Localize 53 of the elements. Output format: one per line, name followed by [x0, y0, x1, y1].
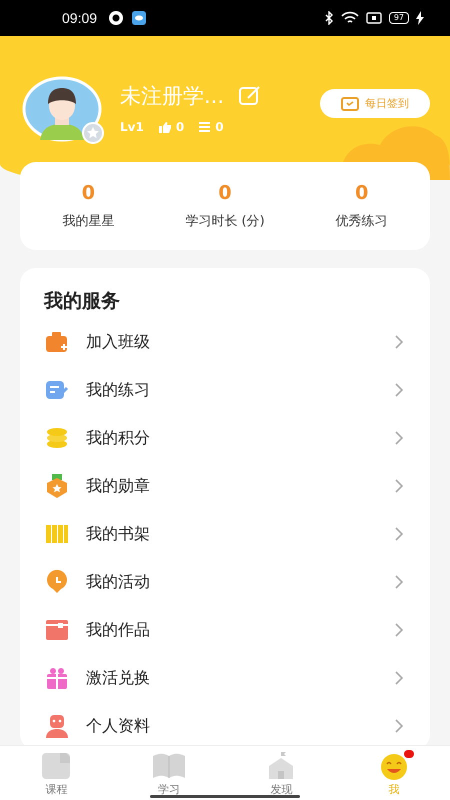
- service-item[interactable]: 激活兑换: [44, 654, 406, 702]
- chevron-right-icon: [395, 431, 404, 445]
- chevron-right-icon: [395, 335, 404, 349]
- chevron-right-icon: [395, 479, 404, 493]
- app-icon: [131, 10, 148, 26]
- user-name: 未注册学...: [120, 83, 224, 110]
- post-count: 0: [215, 120, 224, 134]
- chevron-right-icon: [395, 527, 404, 541]
- stat-label: 优秀练习: [336, 213, 388, 230]
- stat-value: 0: [218, 182, 232, 204]
- service-item[interactable]: 我的作品: [44, 606, 406, 654]
- coin-stack-icon: [44, 425, 70, 451]
- clock: 09:09: [62, 10, 98, 26]
- user-level: Lv1: [120, 120, 144, 134]
- service-item[interactable]: 我的勋章: [44, 462, 406, 510]
- tab[interactable]: 学习: [112, 746, 225, 800]
- service-item[interactable]: 个人资料: [44, 702, 406, 745]
- chevron-right-icon: [395, 383, 404, 397]
- screen-icon: [366, 11, 382, 25]
- stat-value: 0: [82, 182, 95, 204]
- chevron-right-icon: [395, 575, 404, 589]
- service-item[interactable]: 加入班级: [44, 318, 406, 366]
- stat-label: 学习时长 (分): [185, 213, 265, 230]
- clock-pin-icon: [44, 569, 70, 595]
- stat-label: 我的星星: [62, 213, 114, 230]
- edit-icon[interactable]: [238, 85, 262, 107]
- chevron-right-icon: [395, 623, 404, 637]
- service-item[interactable]: 我的书架: [44, 510, 406, 558]
- person-icon: [44, 713, 70, 739]
- service-item[interactable]: 我的积分: [44, 414, 406, 462]
- charging-icon: [416, 11, 424, 25]
- gift-icon: [44, 665, 70, 691]
- tab[interactable]: 课程: [0, 746, 112, 800]
- star-badge-icon: [82, 122, 104, 144]
- list-icon: [199, 122, 210, 132]
- wifi-icon: [340, 11, 359, 25]
- medal-icon: [44, 473, 70, 499]
- service-item[interactable]: 我的练习: [44, 366, 406, 414]
- briefcase-plus-icon: [44, 329, 70, 355]
- book-icon: [150, 752, 187, 780]
- tab[interactable]: 发现: [225, 746, 338, 800]
- eye-icon: [108, 10, 124, 26]
- section-title: 我的服务: [44, 289, 121, 314]
- chevron-right-icon: [395, 719, 404, 733]
- bluetooth-icon: [324, 11, 334, 25]
- service-item[interactable]: 我的活动: [44, 558, 406, 606]
- chevron-right-icon: [395, 671, 404, 685]
- folder-icon: [44, 617, 70, 643]
- like-count: 0: [176, 120, 184, 134]
- stat-value: 0: [355, 182, 368, 204]
- thumbs-up-icon: [158, 122, 171, 132]
- battery-level: 97: [388, 12, 409, 24]
- calendar-check-icon: [341, 96, 359, 111]
